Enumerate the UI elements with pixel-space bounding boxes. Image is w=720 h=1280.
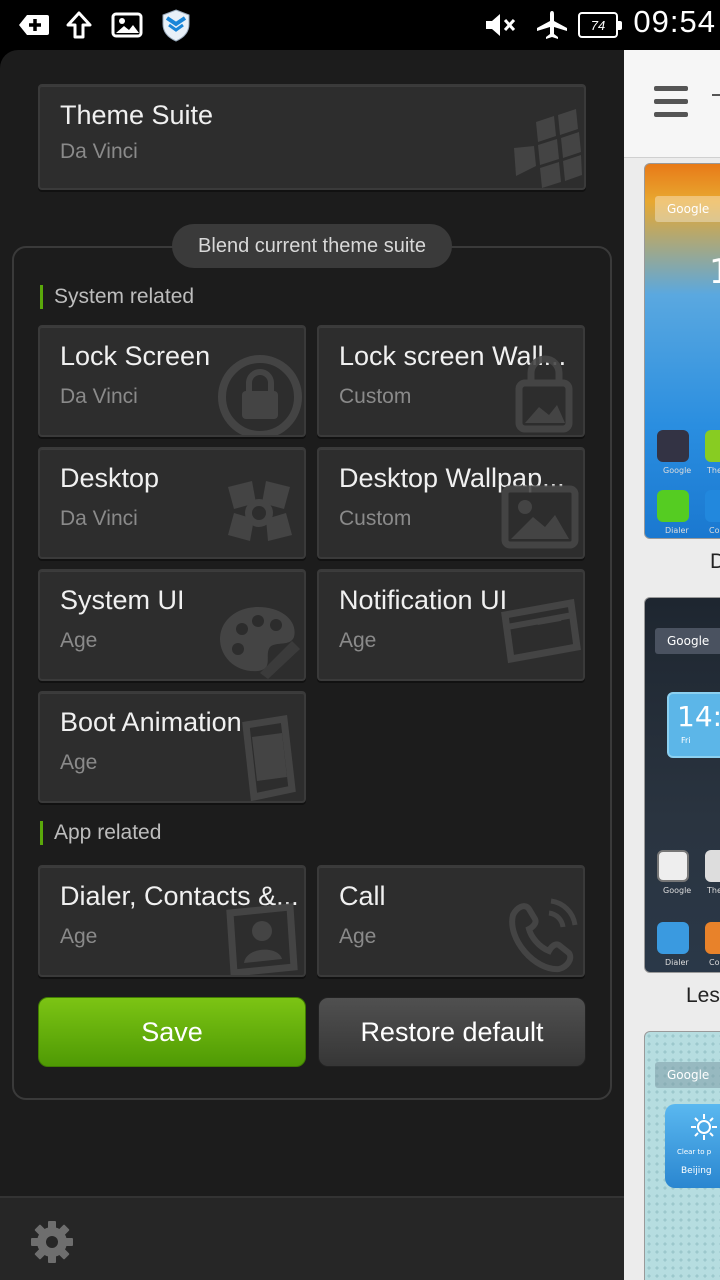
thumb2-app-label-2: Them — [707, 886, 720, 895]
thumb1-app-label-1: Google — [663, 466, 692, 475]
desktop-title: Desktop — [60, 463, 160, 493]
clock-time: 09:54 — [633, 4, 716, 39]
system-section-label: System related — [40, 285, 194, 309]
lock-screen-wallpaper-card[interactable]: Lock screen Wall... Custom — [317, 325, 585, 437]
theme-label-2: Les — [686, 984, 720, 1007]
palette-icon — [212, 589, 302, 679]
lock-screen-wallpaper-value: Custom — [339, 385, 412, 408]
theme-suite-title: Theme Suite — [60, 100, 214, 130]
thumb2-day: Fri — [681, 736, 691, 745]
theme-label-1: D — [710, 550, 720, 573]
add-icon — [14, 8, 52, 42]
theme-list-header — [624, 50, 720, 158]
restore-default-button[interactable]: Restore default — [318, 997, 586, 1067]
thumb1-app-label-3: Dialer — [665, 526, 689, 535]
settings-gear-icon[interactable] — [28, 1218, 76, 1266]
theme-thumbnail-3[interactable]: Google Clear to p Beijing — [644, 1031, 720, 1280]
upload-icon — [64, 8, 94, 42]
desktop-flower-icon — [212, 467, 302, 557]
notification-ui-title: Notification UI — [339, 585, 508, 615]
lock-icon — [212, 345, 302, 435]
desktop-value: Da Vinci — [60, 507, 138, 530]
save-button[interactable]: Save — [38, 997, 306, 1067]
thumb1-clock: 1 — [709, 252, 720, 292]
thumb2-google-bar: Google — [655, 628, 720, 654]
boot-animation-value: Age — [60, 751, 98, 774]
google-folder-icon — [657, 850, 689, 882]
thumb3-google-bar: Google — [655, 1062, 720, 1088]
contacts-app-icon — [705, 922, 720, 954]
dialer-contacts-card[interactable]: Dialer, Contacts &... Age — [38, 865, 306, 977]
battery-icon: 74 — [578, 12, 622, 38]
bottom-bar — [0, 1196, 624, 1280]
thumb3-weather-widget: Clear to p Beijing — [665, 1104, 720, 1188]
shield-icon — [160, 8, 192, 42]
desktop-wallpaper-card[interactable]: Desktop Wallpap... Custom — [317, 447, 585, 559]
thumb1-app-label-2: Them — [707, 466, 720, 475]
desktop-card[interactable]: Desktop Da Vinci — [38, 447, 306, 559]
dialer-app-icon — [657, 922, 689, 954]
thumb2-app-label-3: Dialer — [665, 958, 689, 967]
lock-screen-value: Da Vinci — [60, 385, 138, 408]
theme-app-icon — [705, 430, 720, 462]
desktop-wallpaper-value: Custom — [339, 507, 412, 530]
window-icon — [491, 589, 581, 679]
theme-suite-card[interactable]: Theme Suite Da Vinci — [38, 84, 586, 190]
call-value: Age — [339, 925, 377, 948]
picture-icon — [491, 467, 581, 557]
image-lock-icon — [491, 345, 581, 435]
menu-icon[interactable] — [654, 84, 688, 120]
thumb1-app-label-4: Co — [709, 526, 720, 535]
thumb1-google-bar: Google — [655, 196, 720, 222]
theme-drawer: Theme Suite Da Vinci Blend current theme… — [0, 50, 624, 1280]
airplane-icon — [534, 8, 570, 42]
theme-suite-value: Da Vinci — [60, 140, 138, 163]
system-ui-value: Age — [60, 629, 98, 652]
notification-ui-value: Age — [339, 629, 377, 652]
lock-screen-card[interactable]: Lock Screen Da Vinci — [38, 325, 306, 437]
call-title: Call — [339, 881, 386, 911]
boot-animation-card[interactable]: Boot Animation Age — [38, 691, 306, 803]
dialer-contacts-value: Age — [60, 925, 98, 948]
theme-thumbnail-2[interactable]: Google 14: Fri Google Them Dialer Co — [644, 597, 720, 973]
theme-grid-icon — [494, 102, 584, 188]
mute-icon — [482, 8, 518, 42]
image-icon — [110, 8, 144, 42]
google-folder-icon — [657, 430, 689, 462]
status-bar: 74 09:54 — [0, 0, 720, 50]
call-icon — [491, 885, 581, 975]
thumb2-clock-widget: 14: Fri — [667, 692, 720, 758]
lock-screen-title: Lock Screen — [60, 341, 211, 371]
contact-card-icon — [212, 885, 302, 975]
system-ui-title: System UI — [60, 585, 185, 615]
contacts-app-icon — [705, 490, 720, 522]
thumb2-app-label-4: Co — [709, 958, 720, 967]
app-section-label: App related — [40, 821, 161, 845]
thumb2-app-label-1: Google — [663, 886, 692, 895]
theme-thumbnail-1[interactable]: Google 1 Google Them Dialer Co — [644, 163, 720, 539]
notification-ui-card[interactable]: Notification UI Age — [317, 569, 585, 681]
phone-icon — [212, 711, 302, 801]
thumb3-city: Beijing — [681, 1166, 712, 1176]
dialer-app-icon — [657, 490, 689, 522]
blend-label: Blend current theme suite — [172, 224, 452, 268]
call-card[interactable]: Call Age — [317, 865, 585, 977]
system-ui-card[interactable]: System UI Age — [38, 569, 306, 681]
thumb3-weather-text: Clear to p — [677, 1148, 712, 1156]
theme-list-panel[interactable]: Google 1 Google Them Dialer Co D Google … — [624, 50, 720, 1280]
sun-icon — [689, 1112, 719, 1142]
thumb2-clock: 14: — [677, 700, 720, 733]
theme-app-icon — [705, 850, 720, 882]
